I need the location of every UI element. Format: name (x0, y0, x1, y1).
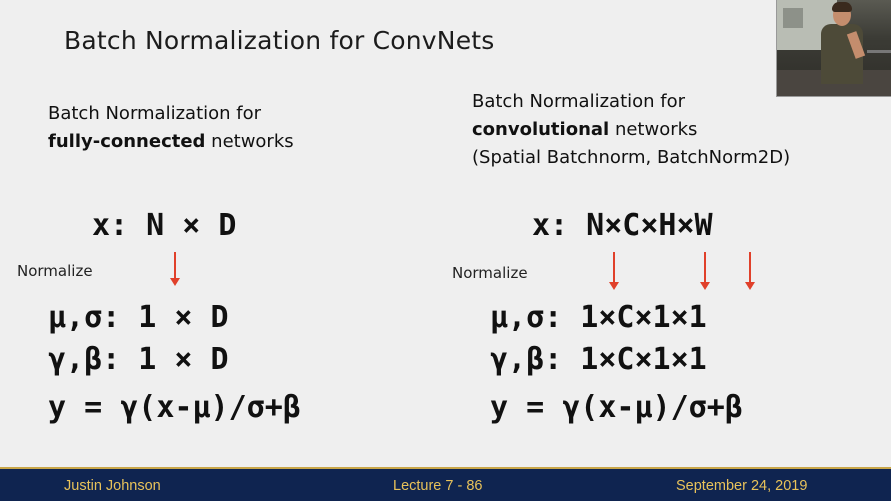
left-gamma-beta: γ,β: 1 × D (48, 342, 229, 377)
footer-lecture: Lecture 7 - 86 (393, 478, 483, 494)
left-normalize-arrow (170, 252, 180, 286)
right-mu-sigma: μ,σ: 1×C×1×1 (490, 300, 707, 335)
video-board-sign (783, 8, 803, 28)
right-normalize-arrow-h (700, 252, 710, 290)
slide-title: Batch Normalization for ConvNets (64, 26, 495, 55)
right-normalize-label: Normalize (452, 264, 528, 282)
right-heading-line2: convolutional networks (472, 116, 790, 144)
right-y-equation: y = γ(x-μ)/σ+β (490, 390, 743, 425)
right-normalize-arrow-w (745, 252, 755, 290)
right-heading: Batch Normalization for convolutional ne… (472, 88, 790, 172)
right-heading-bold: convolutional (472, 119, 610, 140)
left-heading: Batch Normalization for fully-connected … (48, 100, 294, 156)
right-heading-rest: networks (609, 119, 698, 140)
left-mu-sigma: μ,σ: 1 × D (48, 300, 229, 335)
footer-date: September 24, 2019 (676, 478, 808, 494)
slide-footer: Justin Johnson Lecture 7 - 86 September … (0, 467, 891, 501)
left-heading-rest: networks (205, 131, 294, 152)
left-heading-line1: Batch Normalization for (48, 103, 262, 124)
slide: Batch Normalization for ConvNets Batch N… (0, 0, 891, 501)
left-normalize-label: Normalize (17, 262, 93, 280)
right-gamma-beta: γ,β: 1×C×1×1 (490, 342, 707, 377)
right-normalize-arrow-n (609, 252, 619, 290)
left-heading-bold: fully-connected (48, 131, 206, 152)
left-y-equation: y = γ(x-μ)/σ+β (48, 390, 301, 425)
video-rail (867, 50, 891, 53)
left-x-shape: x: N × D (92, 208, 237, 243)
right-x-shape: x: N×C×H×W (532, 208, 713, 243)
presenter-video-inset (776, 0, 891, 97)
right-heading-line3: (Spatial Batchnorm, BatchNorm2D) (472, 147, 791, 168)
video-presenter-hair (832, 2, 852, 12)
footer-author: Justin Johnson (64, 478, 161, 494)
left-heading-line2: fully-connected networks (48, 128, 294, 156)
right-heading-line1: Batch Normalization for (472, 91, 686, 112)
